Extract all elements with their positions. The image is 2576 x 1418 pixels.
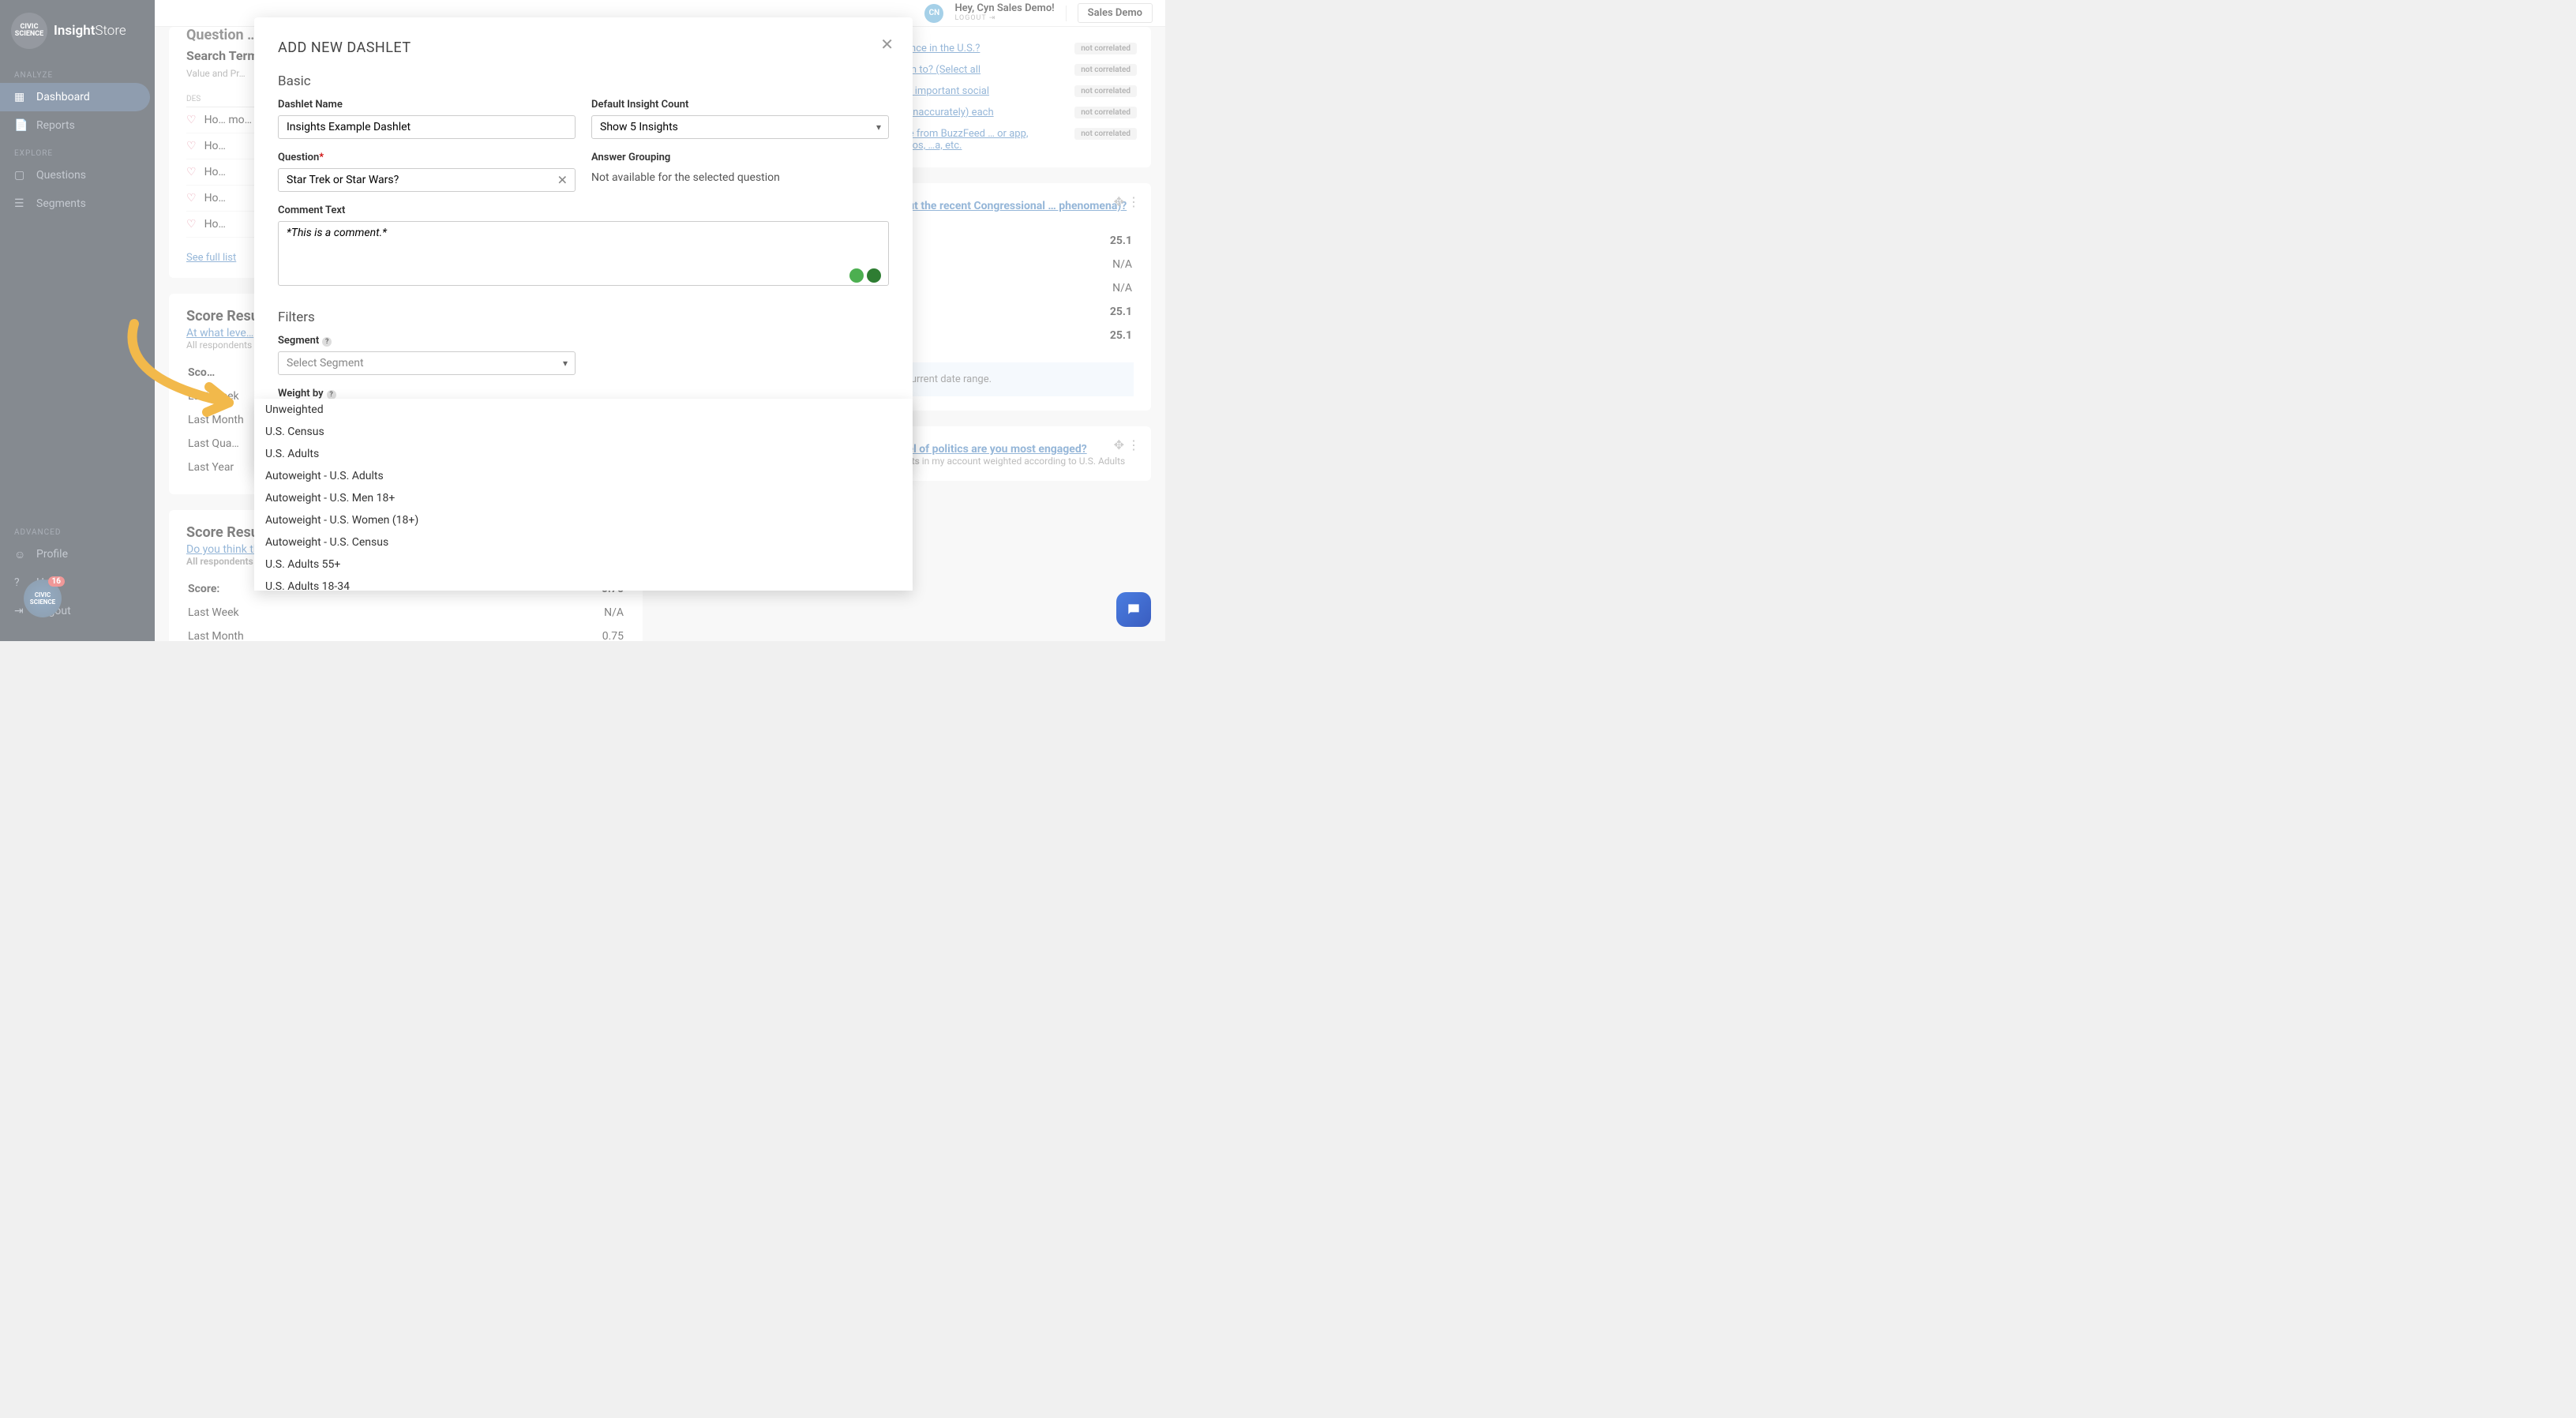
comment-textarea[interactable]: *This is a comment.* — [278, 221, 889, 286]
assist-icon[interactable] — [849, 268, 864, 283]
weight-by-label: Weight by? — [278, 388, 889, 400]
chat-icon — [1126, 602, 1142, 617]
answer-grouping-label: Answer Grouping — [591, 152, 889, 163]
weight-option[interactable]: U.S. Adults 18-34 — [254, 576, 913, 591]
weight-option[interactable]: Autoweight - U.S. Census — [254, 531, 913, 553]
comment-text-label: Comment Text — [278, 204, 889, 216]
editor-assist-icons — [849, 268, 881, 283]
segment-select[interactable]: Select Segment — [278, 351, 576, 375]
dashlet-name-input[interactable] — [278, 115, 576, 139]
weight-option[interactable]: U.S. Census — [254, 421, 913, 443]
grammarly-icon[interactable] — [867, 268, 881, 283]
weight-option[interactable]: U.S. Adults 55+ — [254, 553, 913, 576]
dashlet-name-label: Dashlet Name — [278, 99, 576, 111]
weight-option[interactable]: Autoweight - U.S. Women (18+) — [254, 509, 913, 531]
close-icon[interactable]: ✕ — [880, 35, 894, 54]
insight-count-select[interactable]: Show 5 Insights — [591, 115, 889, 139]
modal-title: ADD NEW DASHLET — [278, 39, 889, 56]
section-filters: Filters — [278, 309, 889, 325]
segment-label: Segment? — [278, 335, 576, 347]
weight-option[interactable]: Unweighted — [254, 399, 913, 421]
weight-option[interactable]: U.S. Adults — [254, 443, 913, 465]
intercom-launcher[interactable] — [1116, 592, 1151, 627]
question-input[interactable] — [278, 168, 576, 192]
weight-option[interactable]: Autoweight - U.S. Men 18+ — [254, 487, 913, 509]
help-icon[interactable]: ? — [322, 337, 332, 347]
clear-icon[interactable]: ✕ — [557, 173, 568, 188]
insight-count-label: Default Insight Count — [591, 99, 889, 111]
question-label: Question* — [278, 152, 576, 163]
answer-grouping-message: Not available for the selected question — [591, 168, 889, 184]
section-basic: Basic — [278, 73, 889, 89]
weight-by-dropdown: UnweightedU.S. CensusU.S. AdultsAutoweig… — [254, 399, 913, 591]
weight-option[interactable]: Autoweight - U.S. Adults — [254, 465, 913, 487]
